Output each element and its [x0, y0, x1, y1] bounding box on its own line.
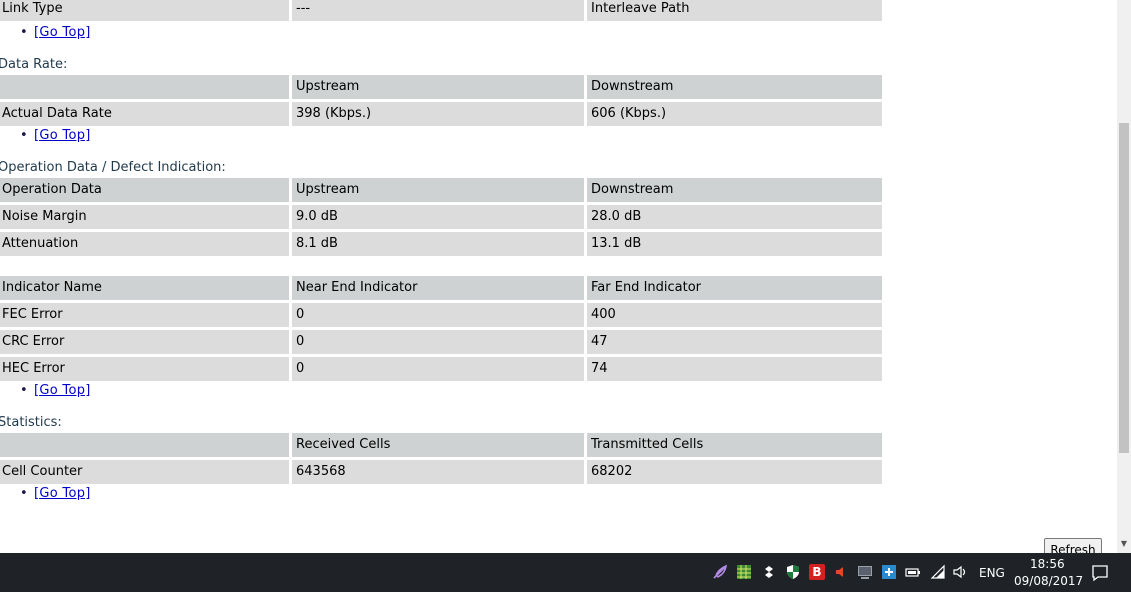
- go-top-item: • [Go Top]: [20, 383, 91, 398]
- table-cell: 8.1 dB: [292, 232, 584, 256]
- go-top-item: • [Go Top]: [20, 128, 91, 143]
- table-cell: 0: [292, 330, 584, 354]
- table-cell: 74: [587, 357, 882, 381]
- header-cell: Received Cells: [292, 433, 584, 457]
- language-indicator[interactable]: ENG: [979, 566, 1005, 580]
- header-cell: Near End Indicator: [292, 276, 584, 300]
- table-row: CRC Error 0 47: [0, 330, 882, 354]
- table-cell: Attenuation: [0, 232, 289, 256]
- table-header-row: Indicator Name Near End Indicator Far En…: [0, 276, 882, 300]
- table-header-row: Received Cells Transmitted Cells: [0, 433, 882, 457]
- table-row: HEC Error 0 74: [0, 357, 882, 381]
- table-cell: 643568: [292, 460, 584, 484]
- link-type-table: Link Type --- Interleave Path: [0, 0, 882, 24]
- table-cell: HEC Error: [0, 357, 289, 381]
- statistics-title: Statistics:: [0, 415, 62, 430]
- table-cell: 9.0 dB: [292, 205, 584, 229]
- table-row: FEC Error 0 400: [0, 303, 882, 327]
- link-type-label: Link Type: [0, 0, 289, 21]
- volume-icon[interactable]: [952, 564, 968, 580]
- go-top-link[interactable]: [Go Top]: [34, 128, 91, 143]
- header-cell: [0, 433, 289, 457]
- table-cell: 0: [292, 303, 584, 327]
- scroll-down-arrow-icon[interactable]: ▼: [1117, 537, 1131, 551]
- table-cell: 13.1 dB: [587, 232, 882, 256]
- table-cell: 400: [587, 303, 882, 327]
- header-cell: Far End Indicator: [587, 276, 882, 300]
- header-cell: Downstream: [587, 75, 882, 99]
- header-cell: Upstream: [292, 75, 584, 99]
- operation-data-title: Operation Data / Defect Indication:: [0, 160, 226, 175]
- scrollbar-thumb[interactable]: [1119, 123, 1129, 453]
- table-row: Attenuation 8.1 dB 13.1 dB: [0, 232, 882, 256]
- link-type-downstream: Interleave Path: [587, 0, 882, 21]
- speaker-alert-icon[interactable]: [833, 564, 849, 580]
- vertical-scrollbar[interactable]: ▼: [1117, 0, 1131, 553]
- table-cell: Cell Counter: [0, 460, 289, 484]
- clock-date[interactable]: 09/08/2017: [1014, 574, 1083, 588]
- table-row: Cell Counter 643568 68202: [0, 460, 882, 484]
- battery-icon[interactable]: [905, 564, 921, 580]
- feather-icon[interactable]: [712, 564, 728, 580]
- go-top-link[interactable]: [Go Top]: [34, 25, 91, 40]
- table-row: Link Type --- Interleave Path: [0, 0, 882, 21]
- network-manager-icon[interactable]: [881, 564, 897, 580]
- data-rate-table: Upstream Downstream Actual Data Rate 398…: [0, 75, 882, 129]
- table-cell: Actual Data Rate: [0, 102, 289, 126]
- table-cell: 68202: [587, 460, 882, 484]
- header-cell: Downstream: [587, 178, 882, 202]
- header-cell: [0, 75, 289, 99]
- bitdefender-icon[interactable]: B: [809, 564, 825, 580]
- header-cell: Upstream: [292, 178, 584, 202]
- notification-center-icon[interactable]: [1091, 564, 1109, 582]
- statistics-table: Received Cells Transmitted Cells Cell Co…: [0, 433, 882, 487]
- table-cell: CRC Error: [0, 330, 289, 354]
- windows-taskbar: B ENG 18:56 09/08/2017: [0, 553, 1131, 592]
- header-cell: Operation Data: [0, 178, 289, 202]
- router-status-page: Link Type --- Interleave Path • [Go Top] …: [0, 0, 1115, 553]
- bullet-icon: •: [20, 486, 28, 501]
- spreadsheet-icon[interactable]: [736, 564, 752, 580]
- go-top-link[interactable]: [Go Top]: [34, 486, 91, 501]
- go-top-item: • [Go Top]: [20, 486, 91, 501]
- operation-data-table: Operation Data Upstream Downstream Noise…: [0, 178, 882, 259]
- go-top-link[interactable]: [Go Top]: [34, 383, 91, 398]
- header-cell: Transmitted Cells: [587, 433, 882, 457]
- table-row: Noise Margin 9.0 dB 28.0 dB: [0, 205, 882, 229]
- shield-icon[interactable]: [785, 564, 801, 580]
- bullet-icon: •: [20, 383, 28, 398]
- link-type-upstream: ---: [292, 0, 584, 21]
- table-cell: 0: [292, 357, 584, 381]
- table-cell: Noise Margin: [0, 205, 289, 229]
- table-cell: 398 (Kbps.): [292, 102, 584, 126]
- table-header-row: Upstream Downstream: [0, 75, 882, 99]
- monitor-icon[interactable]: [857, 564, 873, 580]
- wifi-icon[interactable]: [930, 564, 946, 580]
- table-row: Actual Data Rate 398 (Kbps.) 606 (Kbps.): [0, 102, 882, 126]
- go-top-item: • [Go Top]: [20, 25, 91, 40]
- bullet-icon: •: [20, 25, 28, 40]
- header-cell: Indicator Name: [0, 276, 289, 300]
- table-header-row: Operation Data Upstream Downstream: [0, 178, 882, 202]
- table-cell: 28.0 dB: [587, 205, 882, 229]
- bullet-icon: •: [20, 128, 28, 143]
- table-cell: 47: [587, 330, 882, 354]
- dropbox-icon[interactable]: [761, 564, 777, 580]
- data-rate-title: Data Rate:: [0, 57, 68, 72]
- table-cell: 606 (Kbps.): [587, 102, 882, 126]
- refresh-button[interactable]: Refresh: [1044, 538, 1102, 553]
- clock-time[interactable]: 18:56: [1030, 557, 1065, 571]
- indicator-table: Indicator Name Near End Indicator Far En…: [0, 276, 882, 384]
- table-cell: FEC Error: [0, 303, 289, 327]
